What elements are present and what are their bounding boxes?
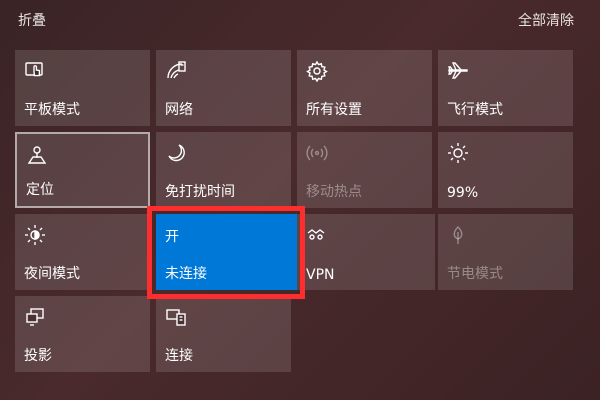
tile-label: 投影 xyxy=(24,348,52,364)
network-icon xyxy=(165,60,187,82)
tile-label: 平板模式 xyxy=(24,102,80,118)
tile-label: 99% xyxy=(447,185,479,201)
tile-label: 未连接 xyxy=(165,266,207,282)
clear-all-link[interactable]: 全部清除 xyxy=(518,10,574,30)
collapse-link[interactable]: 折叠 xyxy=(18,10,46,30)
tile-label: 所有设置 xyxy=(306,102,362,118)
tile-label: 节电模式 xyxy=(447,266,503,282)
tile-label: 飞行模式 xyxy=(447,102,503,118)
tile-vpn[interactable]: VPN xyxy=(297,214,435,290)
tablet-mode-icon xyxy=(24,60,46,82)
tile-bluetooth[interactable]: 开 未连接 xyxy=(156,214,297,290)
vpn-icon xyxy=(306,224,328,246)
brightness-icon xyxy=(447,142,469,164)
location-icon xyxy=(26,144,48,166)
moon-icon xyxy=(165,142,187,164)
tile-label: 定位 xyxy=(26,182,54,198)
tile-battery-saver[interactable]: 节电模式 xyxy=(438,214,573,290)
tile-label: VPN xyxy=(306,267,335,283)
tile-night-light[interactable]: 夜间模式 xyxy=(15,214,150,290)
tile-focus-assist[interactable]: 免打扰时间 xyxy=(156,132,291,208)
tile-all-settings[interactable]: 所有设置 xyxy=(297,50,432,126)
tile-location[interactable]: 定位 xyxy=(15,132,150,208)
airplane-icon xyxy=(447,60,469,82)
action-center-header: 折叠 全部清除 xyxy=(0,0,600,36)
tile-project[interactable]: 投影 xyxy=(15,296,150,372)
project-icon xyxy=(24,306,46,328)
tile-label: 免打扰时间 xyxy=(165,184,235,200)
gear-icon xyxy=(306,60,328,82)
bluetooth-status: 开 xyxy=(165,229,179,245)
tile-mobile-hotspot[interactable]: 移动热点 xyxy=(297,132,432,208)
tile-label: 移动热点 xyxy=(306,184,362,200)
connect-icon xyxy=(165,306,187,328)
tile-tablet-mode[interactable]: 平板模式 xyxy=(15,50,150,126)
tile-network[interactable]: 网络 xyxy=(156,50,291,126)
tile-label: 网络 xyxy=(165,102,193,118)
night-light-icon xyxy=(24,224,46,246)
battery-saver-icon xyxy=(447,224,469,246)
hotspot-icon xyxy=(306,142,328,164)
tile-brightness[interactable]: 99% xyxy=(438,132,573,208)
tile-airplane-mode[interactable]: 飞行模式 xyxy=(438,50,573,126)
tile-label: 夜间模式 xyxy=(24,266,80,282)
tile-connect[interactable]: 连接 xyxy=(156,296,291,372)
tile-label: 连接 xyxy=(165,348,193,364)
